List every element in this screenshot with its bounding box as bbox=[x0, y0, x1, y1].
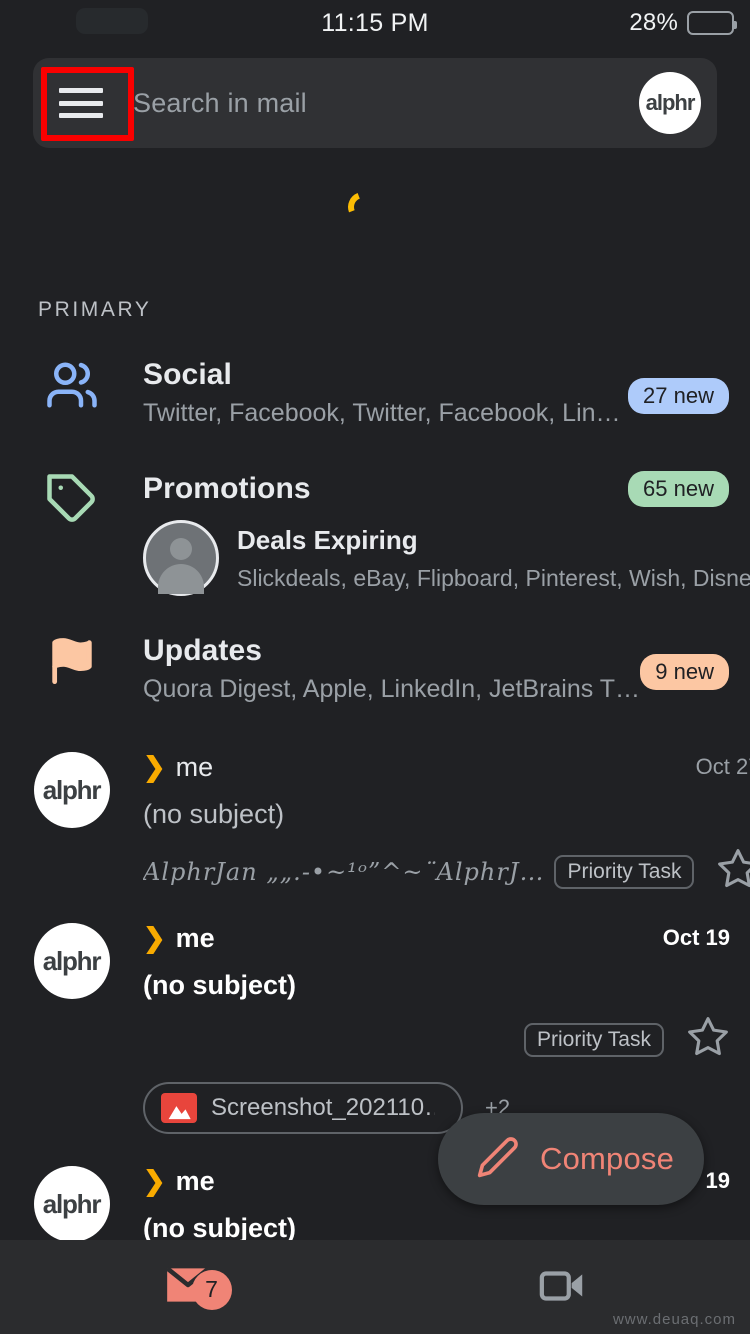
avatar[interactable]: alphr bbox=[33, 1166, 110, 1242]
promotions-sender: Deals Expiring bbox=[237, 524, 418, 555]
notification-pill bbox=[76, 8, 148, 34]
pencil-icon bbox=[476, 1135, 520, 1184]
attachment-filename: Screenshot_202110… bbox=[211, 1094, 435, 1121]
label-chip-priority-task[interactable]: Priority Task bbox=[554, 854, 695, 889]
hamburger-menu-icon bbox=[59, 88, 103, 118]
battery-icon bbox=[687, 11, 737, 35]
mail-sender: me bbox=[175, 923, 215, 953]
status-bar: 11:15 PM 28% bbox=[0, 0, 750, 46]
section-label-primary: PRIMARY bbox=[38, 298, 152, 321]
mail-date: Oct 27 bbox=[695, 754, 750, 779]
star-icon[interactable] bbox=[716, 847, 750, 896]
badge-updates-count: 9 new bbox=[640, 654, 729, 690]
category-row-updates[interactable]: Updates Quora Digest, Apple, LinkedIn, J… bbox=[0, 634, 750, 704]
avatar[interactable]: alphr bbox=[33, 923, 110, 999]
mail-avatar-column: alphr bbox=[0, 752, 143, 896]
compose-button[interactable]: Compose bbox=[438, 1113, 704, 1205]
generic-person-avatar bbox=[143, 520, 219, 596]
account-avatar[interactable]: alphr bbox=[639, 72, 701, 134]
mail-snippet: AlphrJan „„.-•~¹ᵒ”^~¨AlphrJ… bbox=[143, 857, 545, 886]
mail-header-line: ❯ me bbox=[143, 923, 730, 954]
attachment-chip[interactable]: Screenshot_202110… bbox=[143, 1082, 463, 1134]
image-attachment-icon bbox=[161, 1093, 197, 1123]
mail-sender: me bbox=[175, 1166, 215, 1196]
nav-item-mail[interactable]: 7 bbox=[0, 1264, 375, 1311]
nav-item-meet[interactable] bbox=[375, 1265, 750, 1310]
site-watermark: www.deuaq.com bbox=[612, 1311, 736, 1328]
mail-date: Oct 19 bbox=[662, 925, 730, 950]
avatar-label: alphr bbox=[42, 945, 102, 976]
mail-body: ❯ me Oct 27 (no subject) AlphrJan „„.-•~… bbox=[143, 752, 750, 896]
tag-icon bbox=[0, 472, 143, 596]
promotions-sub-item[interactable]: Deals Expiring Slickdeals, eBay, Flipboa… bbox=[143, 520, 750, 596]
mail-snippet-line: AlphrJan „„.-•~¹ᵒ”^~¨AlphrJ… Priority Ta… bbox=[143, 847, 750, 896]
avatar-label: alphr bbox=[645, 90, 696, 115]
search-input[interactable]: Search in mail bbox=[129, 88, 639, 119]
flag-icon bbox=[0, 634, 143, 704]
badge-social-count: 27 new bbox=[628, 378, 729, 414]
mail-unread-badge: 7 bbox=[191, 1269, 232, 1310]
search-bar[interactable]: Search in mail alphr bbox=[33, 58, 717, 148]
double-chevron-icon: ❯ bbox=[143, 1166, 166, 1196]
mail-subject: (no subject) bbox=[143, 970, 296, 1000]
compose-label: Compose bbox=[540, 1141, 675, 1176]
label-chip-priority-task[interactable]: Priority Task bbox=[524, 1022, 664, 1057]
status-time: 11:15 PM bbox=[321, 8, 429, 37]
promotions-sub-text: Deals Expiring Slickdeals, eBay, Flipboa… bbox=[237, 525, 750, 592]
mail-body: ❯ me Oct 19 (no subject) Priority Task S… bbox=[143, 923, 750, 1134]
video-camera-icon bbox=[538, 1265, 588, 1310]
mail-row[interactable]: alphr ❯ me Oct 27 (no subject) AlphrJan … bbox=[0, 752, 750, 896]
status-bar-right: 28% bbox=[629, 0, 737, 46]
people-icon bbox=[0, 358, 143, 428]
loading-spinner-icon bbox=[343, 187, 383, 228]
badge-promotions-count: 65 new bbox=[628, 471, 729, 507]
battery-percent-label: 28% bbox=[629, 9, 678, 36]
promotions-subtitle: Slickdeals, eBay, Flipboard, Pinterest, … bbox=[237, 564, 750, 591]
mail-subject: (no subject) bbox=[143, 799, 285, 829]
avatar-label: alphr bbox=[42, 1188, 102, 1219]
double-chevron-icon: ❯ bbox=[143, 752, 166, 782]
hamburger-menu-button[interactable] bbox=[33, 58, 129, 148]
mail-sender: me bbox=[175, 752, 214, 782]
app-screen: 11:15 PM 28% Search in mail alphr PRIMAR… bbox=[0, 0, 750, 1334]
star-icon[interactable] bbox=[686, 1015, 730, 1064]
mail-snippet-line: Priority Task bbox=[143, 1015, 730, 1064]
avatar[interactable]: alphr bbox=[33, 752, 110, 828]
mail-avatar-column: alphr bbox=[0, 923, 143, 1134]
mail-row[interactable]: alphr ❯ me Oct 19 (no subject) Priority … bbox=[0, 923, 750, 1134]
avatar-label: alphr bbox=[42, 774, 102, 805]
mail-header-line: ❯ me bbox=[143, 752, 750, 783]
mail-date: 19 bbox=[705, 1168, 730, 1193]
mail-avatar-column: alphr bbox=[0, 1166, 143, 1244]
double-chevron-icon: ❯ bbox=[143, 923, 166, 953]
